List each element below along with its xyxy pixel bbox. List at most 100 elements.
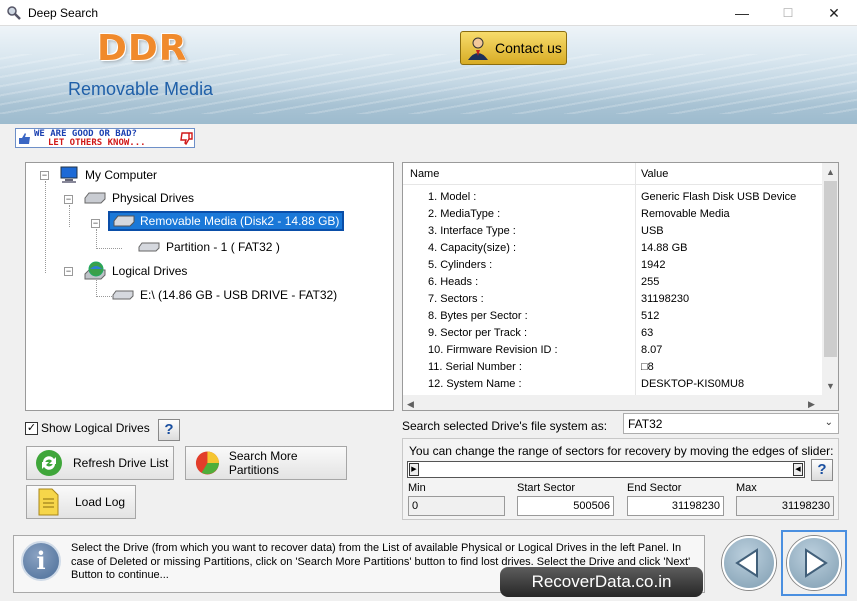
maximize-button[interactable]: ☐ <box>765 0 811 26</box>
search-more-label: Search More Partitions <box>228 449 298 477</box>
property-value: 1942 <box>641 259 666 271</box>
property-name: 12. System Name : <box>428 378 522 390</box>
show-logical-drives-checkbox[interactable]: ✓ Show Logical Drives <box>25 421 150 435</box>
sector-range-slider[interactable]: ▶ ◀ <box>407 461 805 478</box>
property-row[interactable]: 9. Sector per Track : 63 <box>403 325 823 342</box>
tree-node-logical-drives[interactable]: Logical Drives <box>84 261 187 281</box>
slider-left-handle[interactable]: ▶ <box>409 463 419 476</box>
drive-properties-list[interactable]: Name Value 1. Model : Generic Flash Disk … <box>402 162 839 411</box>
end-sector-label: End Sector <box>627 482 682 494</box>
tree-node-drive-e[interactable]: E:\ (14.86 GB - USB DRIVE - FAT32) <box>112 288 337 302</box>
property-row[interactable]: 1. Model : Generic Flash Disk USB Device <box>403 189 823 206</box>
app-icon <box>7 6 21 20</box>
selected-drive-highlight[interactable]: Removable Media (Disk2 - 14.88 GB) <box>108 211 345 231</box>
header-banner: DDR Removable Media Contact us <box>0 26 857 124</box>
property-row[interactable]: 3. Interface Type : USB <box>403 223 823 240</box>
property-value: DESKTOP-KIS0MU8 <box>641 378 745 390</box>
load-log-button[interactable]: Load Log <box>26 485 136 519</box>
property-name: 8. Bytes per Sector : <box>428 310 528 322</box>
vertical-scroll-thumb[interactable] <box>824 181 837 357</box>
recoverdata-badge: RecoverData.co.in <box>500 567 703 597</box>
scroll-down-icon[interactable]: ▼ <box>826 381 835 391</box>
tree-node-partition-1[interactable]: Partition - 1 ( FAT32 ) <box>138 240 280 254</box>
drive-tree[interactable]: − My Computer − Physical Drives − Remova… <box>25 162 394 411</box>
property-row[interactable]: 12. System Name : DESKTOP-KIS0MU8 <box>403 376 823 393</box>
collapse-physical-drives[interactable]: − <box>64 195 73 204</box>
property-name: 10. Firmware Revision ID : <box>428 344 558 356</box>
tree-line <box>45 181 46 273</box>
tree-node-my-computer[interactable]: My Computer <box>59 166 157 184</box>
contact-us-button[interactable]: Contact us <box>460 31 567 65</box>
help-button[interactable]: ? <box>158 419 180 441</box>
property-value: 31198230 <box>641 293 690 305</box>
next-button[interactable] <box>787 536 841 590</box>
property-value: □8 <box>641 361 654 373</box>
property-value: Generic Flash Disk USB Device <box>641 191 797 203</box>
properties-header: Name Value <box>403 163 823 185</box>
property-name: 1. Model : <box>428 191 477 203</box>
tree-label: Removable Media (Disk2 - 14.88 GB) <box>140 214 340 228</box>
range-help-button[interactable]: ? <box>811 459 833 481</box>
property-row[interactable]: 8. Bytes per Sector : 512 <box>403 308 823 325</box>
tree-line <box>96 229 97 247</box>
filesystem-value: FAT32 <box>628 417 663 431</box>
scroll-left-icon[interactable]: ◀ <box>407 399 414 410</box>
title-bar: Deep Search — ☐ ✕ <box>0 0 857 26</box>
refresh-icon <box>36 450 62 476</box>
column-value-header[interactable]: Value <box>641 168 668 180</box>
scroll-right-icon[interactable]: ▶ <box>808 399 815 410</box>
property-row[interactable]: 7. Sectors : 31198230 <box>403 291 823 308</box>
start-sector-input[interactable]: 500506 <box>517 496 614 516</box>
property-name: 6. Heads : <box>428 276 479 288</box>
property-row[interactable]: 6. Heads : 255 <box>403 274 823 291</box>
load-log-label: Load Log <box>75 495 126 509</box>
feedback-link[interactable]: WE ARE GOOD OR BAD? LET OTHERS KNOW... <box>15 128 195 148</box>
log-icon <box>38 488 59 516</box>
property-name: 3. Interface Type : <box>428 225 516 237</box>
ddr-logo: DDR <box>97 28 188 69</box>
min-field: 0 <box>408 496 505 516</box>
checkbox-box[interactable]: ✓ <box>25 421 38 435</box>
window-title: Deep Search <box>28 6 99 20</box>
tree-node-removable-media[interactable]: Removable Media (Disk2 - 14.88 GB) <box>108 211 345 231</box>
refresh-label: Refresh Drive List <box>73 456 169 470</box>
collapse-my-computer[interactable]: − <box>40 171 49 180</box>
property-name: 5. Cylinders : <box>428 259 493 271</box>
close-button[interactable]: ✕ <box>811 0 857 26</box>
minimize-button[interactable]: — <box>719 0 765 26</box>
refresh-drive-list-button[interactable]: Refresh Drive List <box>26 446 174 480</box>
partition-icon <box>138 242 160 252</box>
column-name-header[interactable]: Name <box>410 168 439 180</box>
end-sector-input[interactable]: 31198230 <box>627 496 724 516</box>
feedback-line2: LET OTHERS KNOW... <box>48 138 146 148</box>
scroll-up-icon[interactable]: ▲ <box>826 167 835 177</box>
tree-line <box>69 205 70 227</box>
filesystem-label: Search selected Drive's file system as: <box>402 419 608 433</box>
property-row[interactable]: 2. MediaType : Removable Media <box>403 206 823 223</box>
horizontal-scrollbar[interactable] <box>403 395 838 410</box>
property-value: 8.07 <box>641 344 663 356</box>
min-label: Min <box>408 482 426 494</box>
search-more-partitions-button[interactable]: Search More Partitions <box>185 446 347 480</box>
collapse-logical-drives[interactable]: − <box>64 267 73 276</box>
tree-node-physical-drives[interactable]: Physical Drives <box>84 191 194 205</box>
property-value: USB <box>641 225 664 237</box>
chevron-down-icon: ⌄ <box>824 417 833 428</box>
filesystem-select[interactable]: FAT32 ⌄ <box>623 413 839 434</box>
property-row[interactable]: 11. Serial Number : □8 <box>403 359 823 376</box>
back-button[interactable] <box>722 536 776 590</box>
tree-label: Physical Drives <box>112 191 195 205</box>
slider-right-handle[interactable]: ◀ <box>793 463 803 476</box>
range-hint: You can change the range of sectors for … <box>409 444 834 458</box>
property-row[interactable]: 5. Cylinders : 1942 <box>403 257 823 274</box>
property-value: 14.88 GB <box>641 242 688 254</box>
drive-icon <box>112 290 134 300</box>
property-row[interactable]: 10. Firmware Revision ID : 8.07 <box>403 342 823 359</box>
pie-chart-icon <box>195 451 219 475</box>
start-sector-label: Start Sector <box>517 482 576 494</box>
property-name: 7. Sectors : <box>428 293 484 305</box>
property-row[interactable]: 4. Capacity(size) : 14.88 GB <box>403 240 823 257</box>
thumbs-icon <box>19 133 30 144</box>
collapse-removable-media[interactable]: − <box>91 219 100 228</box>
logical-drives-icon <box>84 261 106 280</box>
